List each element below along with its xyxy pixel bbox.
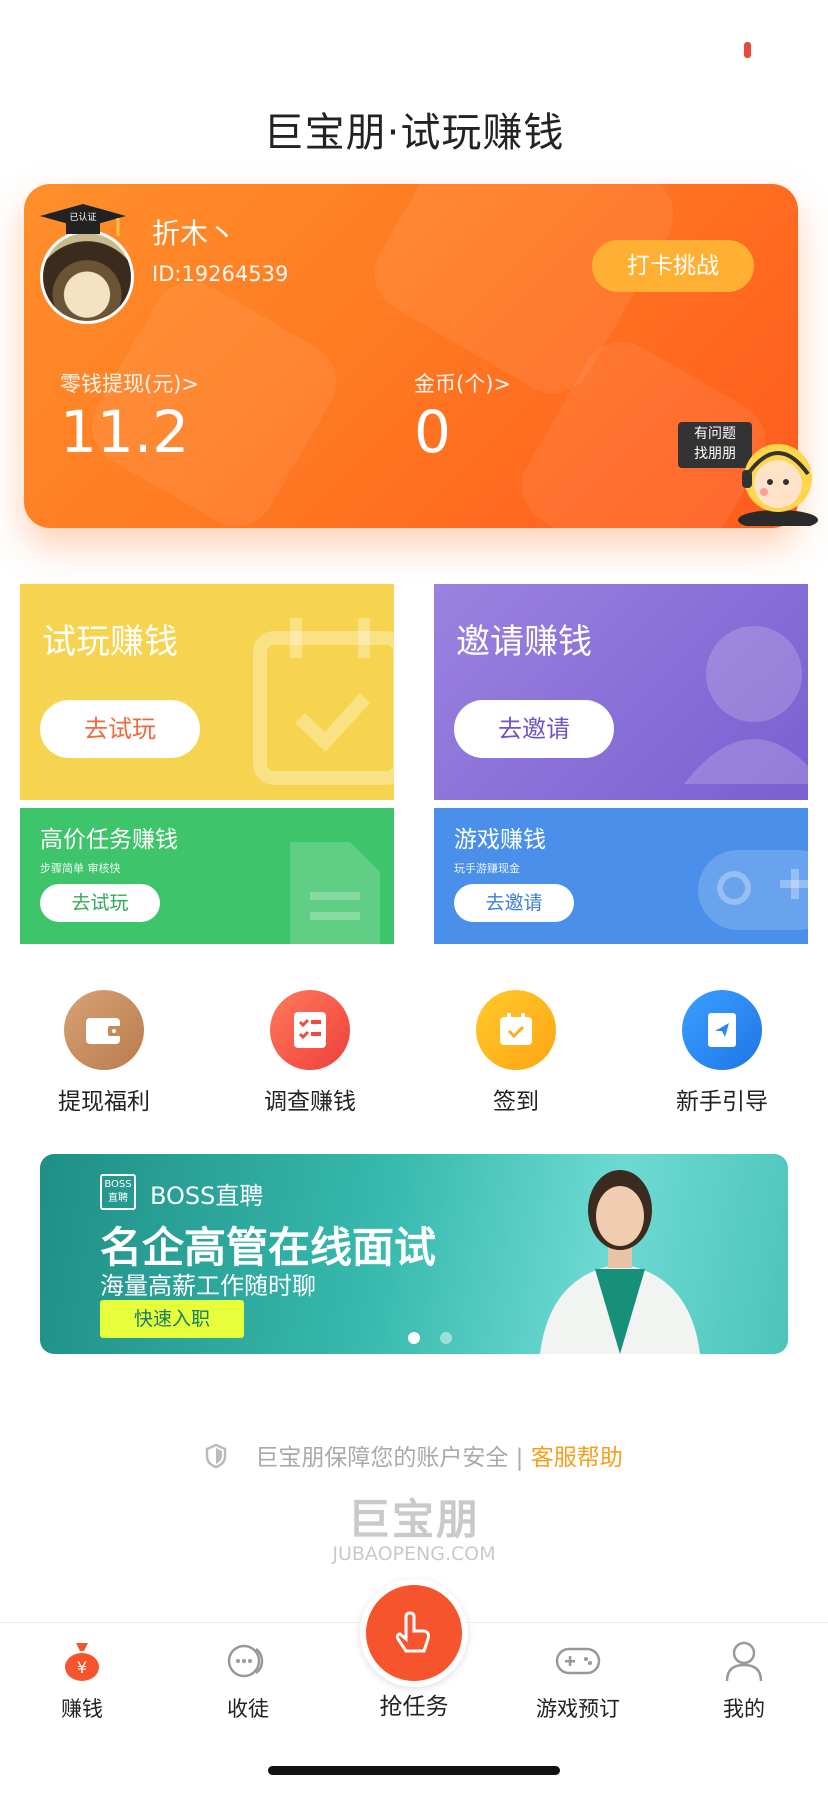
brand-logo-text: 巨宝朋 (347, 1495, 480, 1544)
brand-logo-url: JUBAOPENG.COM (332, 1543, 496, 1565)
go-invite-button[interactable]: 去邀请 (454, 700, 614, 758)
boss-logo-bottom: 直聘 (108, 1193, 128, 1204)
balance-link[interactable]: 零钱提现(元)> 11.2 (60, 368, 199, 466)
boss-logo-icon: BOSS 直聘 (100, 1174, 136, 1210)
home-indicator (268, 1766, 560, 1775)
footer-separator: | (515, 1445, 524, 1471)
customer-service-mascot-icon[interactable] (734, 428, 822, 526)
tab-label-game-booking: 游戏预订 (536, 1697, 620, 1721)
money-bag-icon: ¥ (65, 1643, 99, 1681)
carousel-dot-active[interactable] (408, 1332, 420, 1344)
high-task-title: 高价任务赚钱 (40, 827, 178, 853)
menu-label-signin: 签到 (493, 1089, 539, 1115)
tab-apprentice[interactable]: 收徒 (178, 1639, 318, 1723)
high-task-subtitle: 步骤简单 审核快 (40, 862, 121, 875)
svg-text:¥: ¥ (77, 1658, 87, 1677)
person-silhouette-icon (684, 626, 808, 784)
person-icon (725, 1641, 763, 1682)
menu-item-signin[interactable]: 签到 (436, 990, 596, 1116)
trial-earn-tile[interactable]: 试玩赚钱 去试玩 (20, 584, 394, 800)
menu-label-survey: 调查赚钱 (264, 1089, 356, 1115)
go-invite-button[interactable]: 去邀请 (454, 884, 574, 922)
gamepad-icon (698, 850, 808, 930)
tab-game-booking[interactable]: 游戏预订 (508, 1639, 648, 1723)
verified-badge: 已认证 (69, 211, 96, 223)
security-text: 巨宝朋保障您的账户安全 (255, 1445, 509, 1471)
profile-card: 已认证 折木丶 ID:19264539 打卡挑战 零钱提现(元)> 11.2 金… (24, 184, 798, 528)
tab-label-mine: 我的 (723, 1697, 765, 1721)
apprentice-icon (227, 1644, 264, 1678)
tab-earn[interactable]: ¥ 赚钱 (12, 1639, 152, 1723)
game-earn-tile[interactable]: 游戏赚钱 玩手游赚现金 去邀请 (434, 808, 808, 944)
shield-icon (206, 1443, 227, 1469)
invite-earn-title: 邀请赚钱 (456, 622, 592, 662)
game-earn-title: 游戏赚钱 (454, 827, 546, 853)
banner-subline: 海量高薪工作随时聊 (100, 1272, 316, 1300)
security-note: 巨宝朋保障您的账户安全 | 客服帮助 (0, 1438, 828, 1472)
brand-logo: 巨宝朋 JUBAOPENG.COM (0, 1486, 828, 1565)
user-id: ID:19264539 (152, 262, 289, 286)
coins-value: 0 (414, 398, 451, 466)
banner-brand: BOSS直聘 (150, 1182, 264, 1210)
guide-book-icon (682, 990, 762, 1070)
quick-join-button[interactable]: 快速入职 (100, 1300, 244, 1338)
tab-label-earn: 赚钱 (61, 1697, 103, 1721)
menu-label-newbie-guide: 新手引导 (676, 1089, 768, 1115)
status-indicator (744, 42, 751, 58)
balance-label: 零钱提现(元)> (60, 372, 199, 396)
calendar-icon (476, 990, 556, 1070)
trial-earn-title: 试玩赚钱 (42, 622, 178, 662)
promo-banner[interactable]: BOSS 直聘 BOSS直聘 名企高管在线面试 海量高薪工作随时聊 快速入职 (40, 1154, 788, 1354)
menu-label-withdraw-bonus: 提现福利 (58, 1089, 150, 1115)
game-earn-subtitle: 玩手游赚现金 (454, 862, 520, 875)
boss-logo-top: BOSS (104, 1179, 132, 1190)
nickname: 折木丶 (152, 217, 237, 250)
hand-tap-icon (360, 1579, 468, 1687)
go-trial-button[interactable]: 去试玩 (40, 700, 200, 758)
avatar[interactable] (40, 230, 134, 324)
banner-person-image (540, 1170, 700, 1354)
coins-link[interactable]: 金币(个)> 0 (414, 368, 511, 466)
customer-help-link[interactable]: 客服帮助 (531, 1445, 623, 1471)
calendar-check-icon (253, 618, 394, 785)
tab-grab-task[interactable]: 抢任务 (344, 1579, 484, 1721)
go-trial-button[interactable]: 去试玩 (40, 884, 160, 922)
carousel-dot[interactable] (440, 1332, 452, 1344)
invite-earn-tile[interactable]: 邀请赚钱 去邀请 (434, 584, 808, 800)
tab-label-grab-task: 抢任务 (379, 1694, 449, 1720)
balance-value: 11.2 (60, 398, 190, 466)
checklist-icon (270, 990, 350, 1070)
document-icon (290, 842, 380, 944)
menu-item-newbie-guide[interactable]: 新手引导 (642, 990, 802, 1116)
menu-item-survey[interactable]: 调查赚钱 (230, 990, 390, 1116)
tab-label-apprentice: 收徒 (227, 1697, 269, 1721)
page-title: 巨宝朋·试玩赚钱 (263, 110, 565, 156)
coins-label: 金币(个)> (414, 372, 511, 396)
gamepad-icon (555, 1647, 601, 1675)
menu-item-withdraw-bonus[interactable]: 提现福利 (24, 990, 184, 1116)
checkin-challenge-button[interactable]: 打卡挑战 (592, 240, 754, 292)
wallet-icon (64, 990, 144, 1070)
high-task-tile[interactable]: 高价任务赚钱 步骤简单 审核快 去试玩 (20, 808, 394, 944)
graduation-cap-icon: 已认证 (40, 204, 126, 236)
tab-mine[interactable]: 我的 (674, 1639, 814, 1723)
